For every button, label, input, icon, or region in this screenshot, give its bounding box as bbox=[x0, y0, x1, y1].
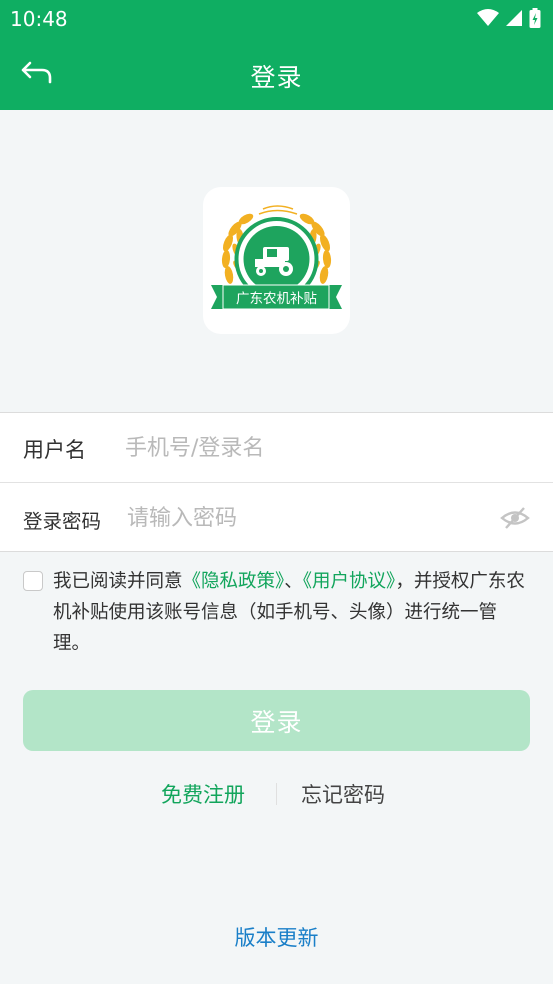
page-title: 登录 bbox=[250, 63, 303, 92]
version-update-link[interactable]: 版本更新 bbox=[0, 922, 553, 952]
user-agreement-link[interactable]: 《用户协议》 bbox=[303, 571, 396, 592]
agreement-separator: 、 bbox=[284, 571, 303, 592]
eye-hidden-icon bbox=[500, 507, 530, 529]
link-divider bbox=[276, 783, 277, 805]
privacy-policy-link[interactable]: 《隐私政策》 bbox=[183, 571, 285, 592]
agreement-prefix: 我已阅读并同意 bbox=[53, 571, 183, 592]
password-visibility-toggle[interactable] bbox=[500, 505, 530, 531]
app-logo: 广东农机补贴 bbox=[203, 187, 350, 334]
agreement-text: 我已阅读并同意《隐私政策》、《用户协议》，并授权广东农机补贴使用该账号信息（如手… bbox=[53, 566, 525, 659]
agreement-checkbox[interactable] bbox=[23, 571, 43, 591]
username-input[interactable] bbox=[123, 431, 527, 465]
username-label: 用户名 bbox=[23, 438, 86, 462]
status-icons bbox=[477, 8, 541, 28]
signal-icon bbox=[506, 10, 522, 26]
login-button[interactable]: 登录 bbox=[23, 690, 530, 751]
password-label: 登录密码 bbox=[23, 510, 102, 533]
battery-icon bbox=[529, 8, 541, 28]
password-row: 登录密码 bbox=[0, 482, 553, 552]
tractor-wheat-logo-icon: 广东农机补贴 bbox=[211, 205, 342, 310]
status-bar: 10:48 bbox=[0, 0, 553, 38]
app-bar: 登录 bbox=[0, 38, 553, 110]
password-input[interactable] bbox=[125, 501, 489, 535]
wifi-icon bbox=[477, 9, 499, 26]
auth-links: 免费注册 忘记密码 bbox=[0, 775, 553, 811]
forgot-password-link[interactable]: 忘记密码 bbox=[301, 779, 385, 809]
login-form: 用户名 登录密码 bbox=[0, 412, 553, 552]
logo-banner-text: 广东农机补贴 bbox=[236, 291, 317, 307]
username-row: 用户名 bbox=[0, 413, 553, 482]
register-link[interactable]: 免费注册 bbox=[161, 779, 245, 809]
status-time: 10:48 bbox=[10, 7, 68, 31]
